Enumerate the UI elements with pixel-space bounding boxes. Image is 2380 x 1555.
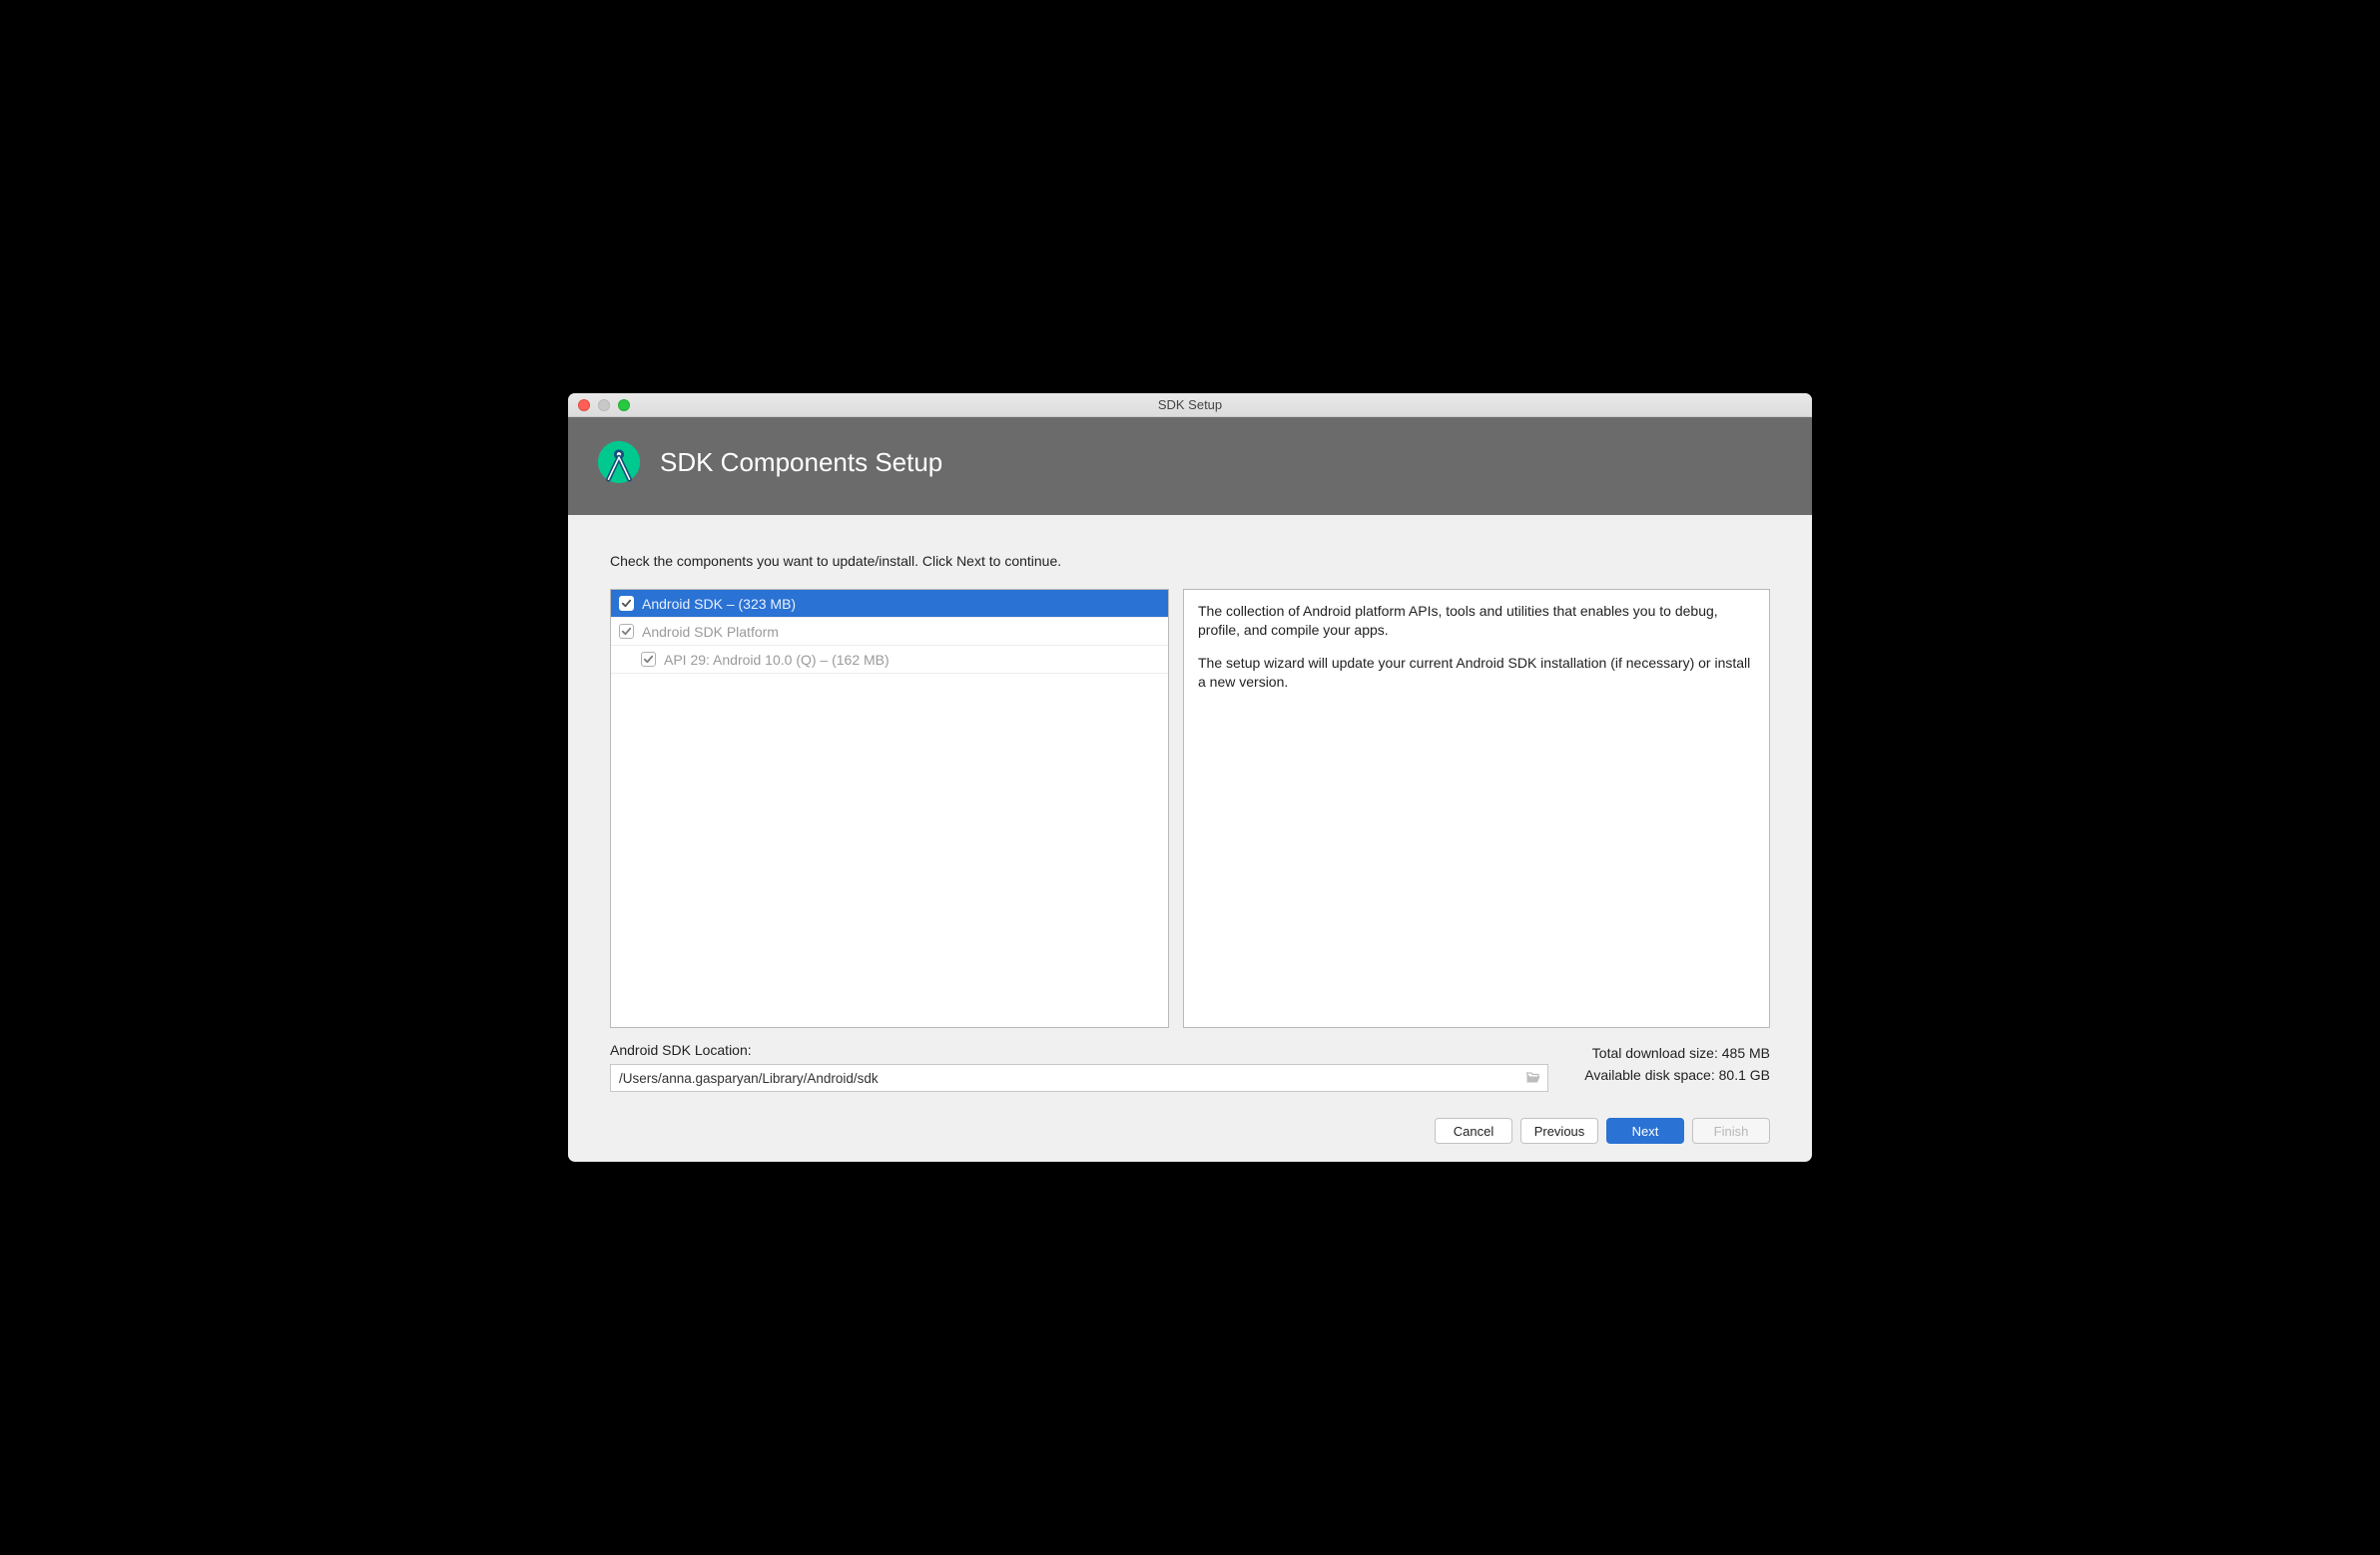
window-title: SDK Setup (568, 397, 1812, 412)
available-disk-space: Available disk space: 80.1 GB (1584, 1064, 1770, 1086)
wizard-footer: Cancel Previous Next Finish (568, 1102, 1812, 1162)
component-android-sdk[interactable]: Android SDK – (323 MB) (611, 590, 1168, 618)
component-list[interactable]: Android SDK – (323 MB) Android SDK Platf… (610, 589, 1169, 1028)
zoom-icon[interactable] (618, 399, 630, 411)
checkbox-icon[interactable] (619, 624, 634, 639)
close-icon[interactable] (578, 399, 590, 411)
sdk-setup-window: SDK Setup SDK Components Setup Check the… (568, 393, 1812, 1162)
sdk-location-input[interactable] (611, 1065, 1519, 1091)
browse-folder-button[interactable] (1519, 1065, 1547, 1091)
next-button[interactable]: Next (1606, 1118, 1684, 1144)
component-api-29[interactable]: API 29: Android 10.0 (Q) – (162 MB) (611, 646, 1168, 674)
checkbox-icon[interactable] (641, 652, 656, 667)
component-label: Android SDK – (323 MB) (642, 596, 796, 612)
android-studio-logo-icon (596, 439, 642, 485)
component-label: API 29: Android 10.0 (Q) – (162 MB) (664, 652, 890, 668)
checkbox-icon[interactable] (619, 596, 634, 611)
sdk-location-label: Android SDK Location: (610, 1042, 1574, 1058)
finish-button: Finish (1692, 1118, 1770, 1144)
minimize-icon (598, 399, 610, 411)
description-panel: The collection of Android platform APIs,… (1183, 589, 1770, 1028)
instruction-text: Check the components you want to update/… (610, 553, 1770, 569)
cancel-button[interactable]: Cancel (1435, 1118, 1512, 1144)
total-download-size: Total download size: 485 MB (1584, 1042, 1770, 1064)
install-stats: Total download size: 485 MB Available di… (1584, 1042, 1770, 1087)
previous-button[interactable]: Previous (1520, 1118, 1598, 1144)
page-title: SDK Components Setup (660, 447, 942, 478)
description-line-1: The collection of Android platform APIs,… (1198, 602, 1755, 640)
wizard-header: SDK Components Setup (568, 417, 1812, 515)
description-line-2: The setup wizard will update your curren… (1198, 654, 1755, 692)
window-controls (568, 399, 630, 411)
folder-open-icon (1525, 1070, 1541, 1086)
titlebar: SDK Setup (568, 393, 1812, 417)
component-android-sdk-platform[interactable]: Android SDK Platform (611, 618, 1168, 646)
sdk-location-field-wrap (610, 1064, 1548, 1092)
component-label: Android SDK Platform (642, 624, 779, 640)
wizard-content: Check the components you want to update/… (568, 515, 1812, 1102)
